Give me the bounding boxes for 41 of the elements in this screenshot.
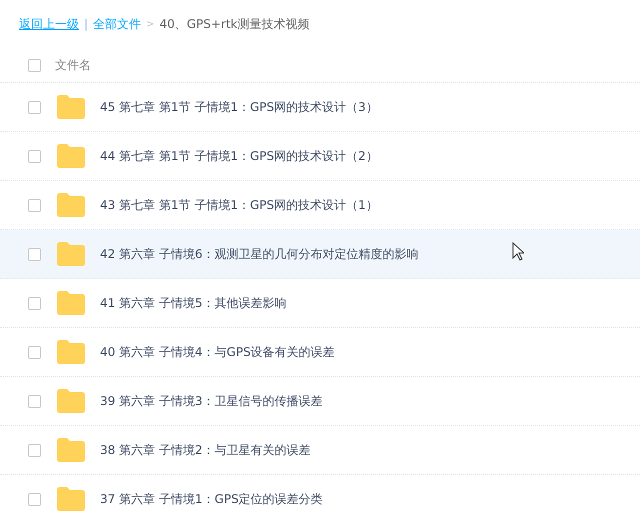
file-name[interactable]: 40 第六章 子情境4：与GPS设备有关的误差 (100, 344, 335, 360)
folder-icon (57, 291, 85, 315)
folder-icon (57, 438, 85, 462)
checkbox[interactable] (28, 346, 41, 358)
breadcrumb-arrow: > (146, 18, 154, 30)
current-folder: 40、GPS+rtk测量技术视频 (159, 16, 310, 32)
file-name[interactable]: 41 第六章 子情境5：其他误差影响 (100, 294, 287, 312)
folder-icon (57, 144, 85, 168)
file-name[interactable]: 45 第七章 第1节 子情境1：GPS网的技术设计（3） (100, 98, 378, 116)
checkbox[interactable] (28, 150, 41, 162)
file-name[interactable]: 38 第六章 子情境2：与卫星有关的误差 (100, 442, 311, 458)
file-row[interactable]: 45 第七章 第1节 子情境1：GPS网的技术设计（3） (0, 83, 640, 132)
checkbox[interactable] (28, 248, 41, 260)
checkbox[interactable] (28, 492, 41, 506)
file-name[interactable]: 43 第七章 第1节 子情境1：GPS网的技术设计（1） (100, 196, 378, 214)
checkbox[interactable] (28, 100, 41, 114)
folder-icon (57, 193, 85, 217)
file-name[interactable]: 37 第六章 子情境1：GPS定位的误差分类 (100, 490, 323, 508)
checkbox[interactable] (28, 394, 41, 408)
file-row[interactable]: 44 第七章 第1节 子情境1：GPS网的技术设计（2） (0, 132, 640, 181)
checkbox[interactable] (28, 296, 41, 310)
select-all-checkbox[interactable] (28, 58, 41, 72)
file-row[interactable]: 39 第六章 子情境3：卫星信号的传播误差 (0, 377, 640, 426)
checkbox[interactable] (28, 444, 41, 456)
file-row[interactable]: 38 第六章 子情境2：与卫星有关的误差 (0, 426, 640, 475)
column-header: 文件名 (55, 56, 91, 74)
folder-icon (57, 242, 85, 266)
separator: | (84, 17, 88, 31)
folder-icon (57, 389, 85, 413)
file-row[interactable]: 40 第六章 子情境4：与GPS设备有关的误差 (0, 328, 640, 377)
mouse-cursor-icon (512, 242, 524, 261)
folder-icon (57, 487, 85, 511)
folder-icon (57, 340, 85, 364)
file-name[interactable]: 42 第六章 子情境6：观测卫星的几何分布对定位精度的影响 (100, 246, 419, 262)
checkbox[interactable] (28, 198, 41, 212)
file-row[interactable]: 41 第六章 子情境5：其他误差影响 (0, 279, 640, 328)
file-row[interactable]: 42 第六章 子情境6：观测卫星的几何分布对定位精度的影响 (0, 230, 640, 279)
file-row[interactable]: 37 第六章 子情境1：GPS定位的误差分类 (0, 475, 640, 520)
file-name[interactable]: 44 第七章 第1节 子情境1：GPS网的技术设计（2） (100, 148, 378, 164)
file-name[interactable]: 39 第六章 子情境3：卫星信号的传播误差 (100, 392, 323, 410)
folder-icon (57, 95, 85, 119)
